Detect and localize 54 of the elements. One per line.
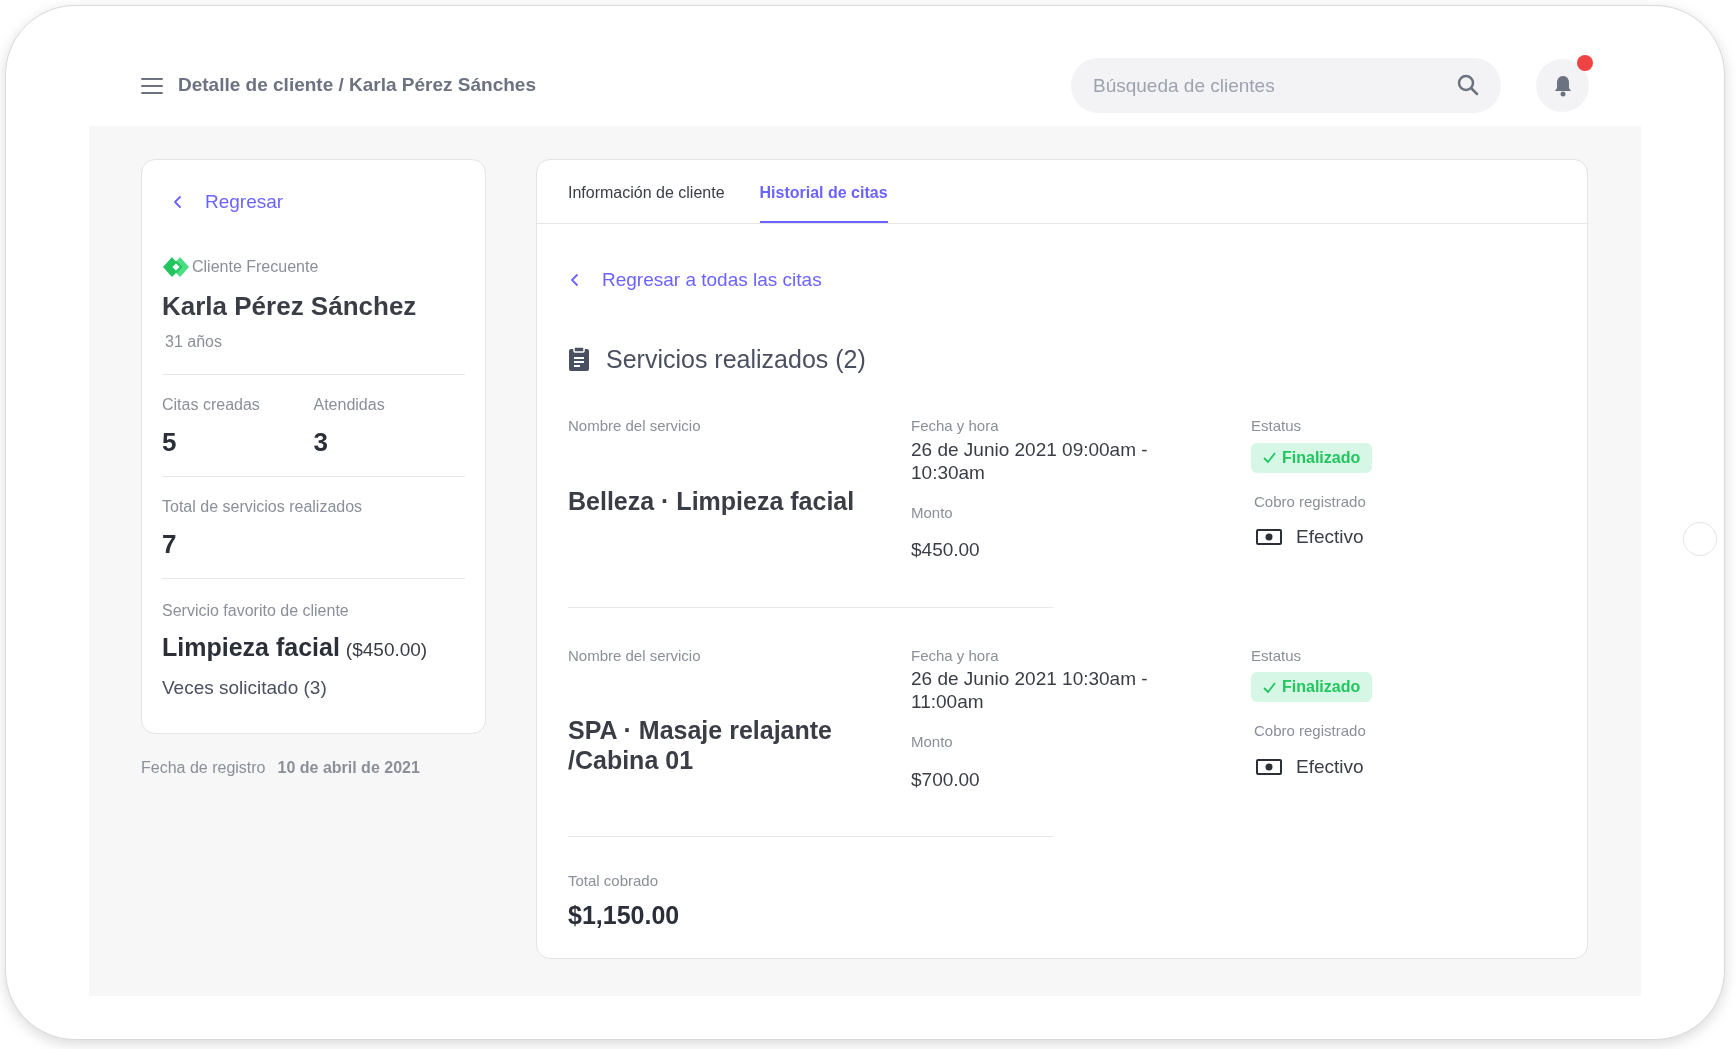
search-field[interactable]: Búsqueda de clientes <box>1071 58 1501 113</box>
stat-label: Atendidas <box>313 394 386 415</box>
amount-value: $450.00 <box>911 538 981 562</box>
cash-icon <box>1256 529 1282 546</box>
diamond-logo-icon <box>162 255 190 278</box>
status-badge: Finalizado <box>1251 672 1373 702</box>
field-label: Cobro registrado <box>1253 491 1367 512</box>
tab[interactable]: Información de cliente <box>568 160 725 223</box>
bell-icon <box>1552 74 1573 97</box>
field-label: Monto <box>911 502 954 523</box>
menu-icon <box>141 76 163 95</box>
favorite-service: Limpieza facial <box>162 631 340 663</box>
field-label: Cobro registrado <box>1253 721 1367 741</box>
stat-value: 7 <box>162 527 178 561</box>
check-icon <box>1263 452 1276 463</box>
total-label: Total cobrado <box>568 871 660 891</box>
field-label: Estatus <box>1251 416 1303 436</box>
field-label: Nombre del servicio <box>568 416 702 436</box>
cash-icon <box>1256 758 1282 775</box>
back-link[interactable]: Regresar a todas las citas <box>568 266 822 295</box>
stat-value: 3 <box>313 425 329 459</box>
stat-label: Citas creadas <box>162 394 261 415</box>
check-icon <box>1263 681 1276 693</box>
payment-method: Efectivo <box>1296 525 1364 549</box>
stat-value: 5 <box>162 425 178 459</box>
total-value: $1,150.00 <box>568 899 681 931</box>
amount-value: $700.00 <box>911 767 981 792</box>
favorite-count: Veces solicitado (3) <box>162 676 328 700</box>
favorite-label: Servicio favorito de cliente <box>162 600 350 621</box>
service-name: Belleza · Limpieza facial <box>568 485 856 516</box>
service-name: SPA · Masaje relajante /Cabina 01 <box>568 715 833 775</box>
appointment-datetime: 26 de Junio 2021 09:00am - 10:30am <box>911 437 1149 484</box>
breadcrumb-title: Detalle de cliente / Karla Pérez Sánches <box>178 73 536 98</box>
client-badge-text: Cliente Frecuente <box>192 256 319 277</box>
back-link[interactable]: Regresar <box>162 188 284 217</box>
search-icon <box>1457 74 1479 96</box>
field-label: Monto <box>911 732 954 752</box>
client-name: Karla Pérez Sánchez <box>162 289 418 323</box>
appointment-datetime: 26 de Junio 2021 10:30am - 11:00am <box>911 667 1149 713</box>
tab[interactable]: Historial de citas <box>759 160 888 223</box>
client-age: 31 años <box>164 331 223 352</box>
registration-label: Fecha de registro <box>141 757 266 778</box>
menu-button[interactable] <box>141 76 163 95</box>
field-label: Nombre del servicio <box>568 645 702 666</box>
favorite-price: ($450.00) <box>345 637 428 662</box>
payment-method: Efectivo <box>1296 754 1364 779</box>
clipboard-icon <box>568 346 590 373</box>
stat-label: Total de servicios realizados <box>162 496 364 517</box>
field-label: Fecha y hora <box>911 416 1000 436</box>
field-label: Fecha y hora <box>911 645 1000 666</box>
registration-date: 10 de abril de 2021 <box>277 757 420 778</box>
section-heading: Servicios realizados (2) <box>606 343 866 375</box>
field-label: Estatus <box>1251 645 1303 666</box>
status-badge: Finalizado <box>1251 442 1373 473</box>
